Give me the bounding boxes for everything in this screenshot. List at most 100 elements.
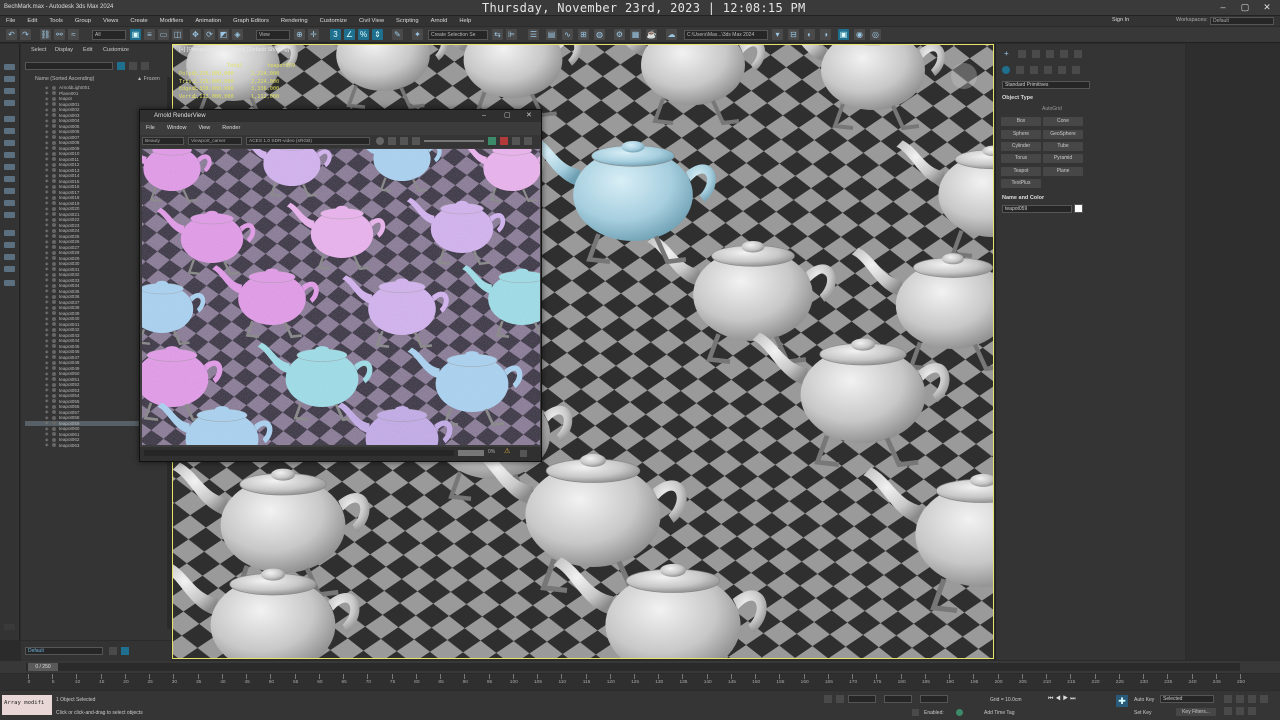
- menu-modifiers[interactable]: Modifiers: [154, 18, 190, 24]
- visibility-eye-icon[interactable]: ◉: [45, 217, 50, 222]
- visibility-eye-icon[interactable]: ◉: [45, 443, 50, 447]
- renderview-close-button[interactable]: ✕: [526, 110, 532, 122]
- bind-space-warp-icon[interactable]: ≈: [68, 29, 79, 40]
- rectangular-selection-icon[interactable]: ▭: [158, 29, 169, 40]
- menu-tools[interactable]: Tools: [43, 18, 69, 24]
- object-name-field[interactable]: teapot059: [1002, 205, 1072, 213]
- frozen-filter-icon[interactable]: [4, 242, 15, 248]
- layer-explorer-icon[interactable]: ☰: [528, 29, 539, 40]
- menu-views[interactable]: Views: [97, 18, 124, 24]
- add-time-tag[interactable]: Add Time Tag: [984, 710, 1014, 716]
- field-of-view-icon[interactable]: [1260, 695, 1268, 703]
- lights-filter-icon[interactable]: [4, 140, 15, 146]
- xrefs-filter-icon[interactable]: [4, 200, 15, 206]
- renderview-maximize-button[interactable]: ▢: [504, 110, 511, 122]
- spacewarps-filter-icon[interactable]: [4, 176, 15, 182]
- visibility-eye-icon[interactable]: ◉: [45, 437, 50, 442]
- visibility-eye-icon[interactable]: ◉: [45, 129, 50, 134]
- visibility-eye-icon[interactable]: ◉: [45, 371, 50, 376]
- placement-icon[interactable]: ◈: [232, 29, 243, 40]
- menu-scripting[interactable]: Scripting: [390, 18, 425, 24]
- object-type-rollout[interactable]: Object Type: [1002, 95, 1033, 101]
- menu-help[interactable]: Help: [453, 18, 477, 24]
- name-and-color-rollout[interactable]: Name and Color: [1002, 195, 1044, 201]
- utilities-tab-icon[interactable]: [1074, 50, 1082, 58]
- visibility-eye-icon[interactable]: ◉: [45, 360, 50, 365]
- pan-icon[interactable]: [1224, 707, 1232, 715]
- schematic-view-icon[interactable]: ⊞: [578, 29, 589, 40]
- autogrid-checkbox[interactable]: AutoGrid: [1042, 106, 1062, 112]
- project-folder-icon[interactable]: ▾: [772, 29, 783, 40]
- settings-icon[interactable]: [524, 137, 532, 145]
- visibility-eye-icon[interactable]: ◉: [45, 300, 50, 304]
- explorer-tab-select[interactable]: Select: [31, 47, 46, 53]
- set-key-icon[interactable]: ✚: [1116, 695, 1128, 707]
- redo-icon[interactable]: ↷: [20, 29, 31, 40]
- explorer-search-input[interactable]: [25, 62, 113, 70]
- zoom-slider[interactable]: [458, 450, 484, 456]
- visibility-eye-icon[interactable]: ◉: [45, 118, 50, 123]
- selection-filter-dropdown[interactable]: All: [92, 30, 126, 40]
- visibility-eye-icon[interactable]: ◉: [45, 223, 50, 227]
- renderview-menu-file[interactable]: File: [140, 125, 161, 131]
- select-tool-icon[interactable]: [4, 64, 15, 70]
- visibility-eye-icon[interactable]: ◉: [45, 355, 50, 359]
- visibility-eye-icon[interactable]: ◉: [45, 349, 50, 354]
- lights-icon[interactable]: [1030, 66, 1038, 74]
- visibility-eye-icon[interactable]: ◉: [45, 294, 50, 299]
- box-button[interactable]: Box: [1001, 117, 1041, 126]
- visibility-eye-icon[interactable]: ◉: [45, 151, 50, 156]
- visibility-eye-icon[interactable]: ◉: [45, 190, 50, 194]
- reference-coordinate-dropdown[interactable]: View: [256, 30, 290, 40]
- stop-render-icon[interactable]: [500, 137, 508, 145]
- renderview-menu-view[interactable]: View: [192, 125, 216, 131]
- visibility-eye-icon[interactable]: ◉: [45, 234, 50, 238]
- unlink-icon[interactable]: ⚯: [54, 29, 65, 40]
- viewcube-icon[interactable]: [951, 63, 977, 89]
- enabled-toggle[interactable]: [956, 709, 963, 716]
- exposure-slider[interactable]: [424, 140, 484, 142]
- plane-button[interactable]: Plane: [1043, 167, 1083, 176]
- adaptive-icon[interactable]: [912, 709, 919, 716]
- render-setup-icon[interactable]: ⚙: [614, 29, 625, 40]
- rendered-frame-window-icon[interactable]: ▦: [630, 29, 641, 40]
- select-manipulate-icon[interactable]: ✛: [308, 29, 319, 40]
- find-icon[interactable]: [4, 266, 15, 272]
- link-icon[interactable]: ⛓: [40, 29, 51, 40]
- display-icon[interactable]: ◑: [820, 29, 831, 40]
- project-path-field[interactable]: C:\Users\Max...\3ds Max 2024: [684, 30, 768, 40]
- gamma-icon[interactable]: [388, 137, 396, 145]
- time-slider[interactable]: 0 / 250: [0, 661, 1280, 673]
- sphere-button[interactable]: Sphere: [1001, 130, 1041, 139]
- visibility-eye-icon[interactable]: ◉: [45, 162, 50, 167]
- visibility-eye-icon[interactable]: ◉: [45, 173, 50, 178]
- visibility-eye-icon[interactable]: ◉: [45, 344, 50, 348]
- view-transform-dropdown[interactable]: ACES 1.0 SDR-video (sRGB): [246, 137, 370, 145]
- display-tab-icon[interactable]: [1060, 50, 1068, 58]
- shapes-filter-icon[interactable]: [4, 128, 15, 134]
- render-in-cloud-icon[interactable]: ☁: [666, 29, 677, 40]
- set-key-button[interactable]: Set Key: [1134, 710, 1152, 716]
- visibility-eye-icon[interactable]: ◉: [45, 311, 50, 315]
- named-selection-set-dropdown[interactable]: Create Selection Se: [428, 30, 488, 40]
- filter-icon[interactable]: [117, 62, 125, 70]
- track-bar[interactable]: 0 5 10 15 20 25 30 35 40 45 50 55 60 65 70 75 80 85 90 95 10…: [0, 674, 1280, 690]
- visibility-eye-icon[interactable]: ◉: [45, 168, 50, 172]
- menu-edit[interactable]: Edit: [21, 18, 43, 24]
- containers-icon[interactable]: [4, 230, 15, 236]
- spinner-snap-icon[interactable]: ⇕: [372, 29, 383, 40]
- lock-icon[interactable]: [129, 62, 137, 70]
- visibility-eye-icon[interactable]: ◉: [45, 404, 50, 409]
- explorer-tab-display[interactable]: Display: [55, 47, 73, 53]
- name-column-header[interactable]: Name (Sorted Ascending): [35, 76, 94, 82]
- z-coordinate-field[interactable]: [920, 695, 948, 703]
- zoom-extents-icon[interactable]: [1248, 695, 1256, 703]
- visibility-eye-icon[interactable]: ◉: [45, 393, 50, 398]
- workspace-dropdown[interactable]: Default: [1210, 17, 1274, 25]
- visibility-eye-icon[interactable]: ◉: [45, 305, 50, 310]
- renderview-menu-render[interactable]: Render: [216, 125, 246, 131]
- menu-group[interactable]: Group: [69, 18, 97, 24]
- x-coordinate-field[interactable]: [848, 695, 876, 703]
- maximize-viewport-icon[interactable]: [1248, 707, 1256, 715]
- visibility-eye-icon[interactable]: ◉: [45, 278, 50, 282]
